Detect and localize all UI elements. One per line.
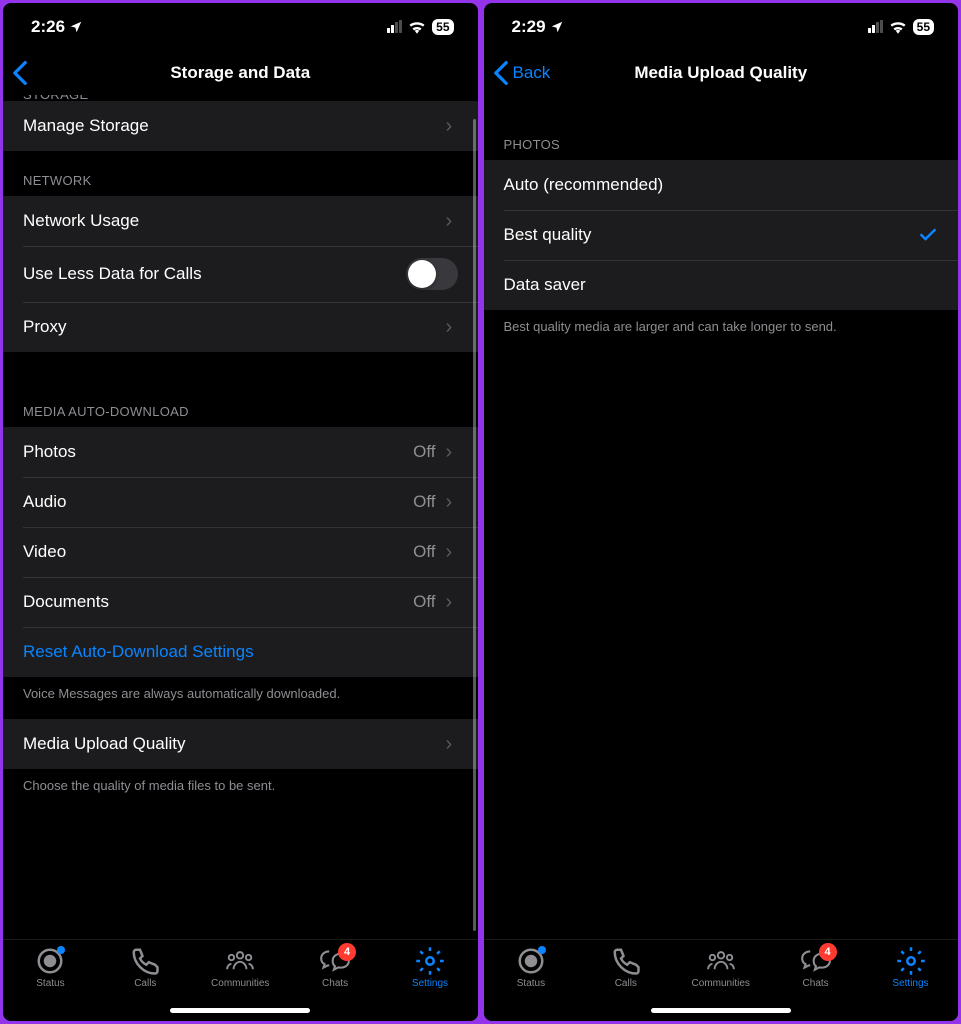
phone-right: 2:29 55 Back Media Upload Quality PHOTOS… (484, 3, 959, 1021)
chevron-right-icon: › (446, 115, 458, 138)
page-title: Media Upload Quality (634, 63, 807, 83)
chevron-right-icon: › (446, 441, 458, 464)
gear-icon (896, 946, 926, 976)
wifi-icon (408, 20, 426, 34)
battery-icon: 55 (913, 19, 934, 35)
section-header-network: NETWORK (3, 151, 478, 196)
status-time: 2:26 (31, 17, 65, 37)
chevron-right-icon: › (446, 541, 458, 564)
chats-badge: 4 (338, 943, 356, 961)
tab-status[interactable]: Status (14, 946, 86, 1021)
reset-auto-download-row[interactable]: Reset Auto-Download Settings (3, 627, 478, 677)
upload-footer: Choose the quality of media files to be … (3, 769, 478, 811)
phone-left: 2:26 55 Storage and Data STORAGE Manage … (3, 3, 478, 1021)
video-row[interactable]: Video Off› (3, 527, 478, 577)
chats-badge: 4 (819, 943, 837, 961)
audio-row[interactable]: Audio Off› (3, 477, 478, 527)
documents-row[interactable]: Documents Off› (3, 577, 478, 627)
communities-icon (225, 950, 255, 971)
chevron-right-icon: › (446, 491, 458, 514)
location-icon (69, 20, 83, 34)
location-icon (550, 20, 564, 34)
media-footer: Voice Messages are always automatically … (3, 677, 478, 719)
communities-icon (706, 950, 736, 971)
less-data-row: Use Less Data for Calls (3, 246, 478, 302)
content-area: PHOTOS Auto (recommended) Best quality D… (484, 95, 959, 939)
media-upload-quality-row[interactable]: Media Upload Quality › (3, 719, 478, 769)
chevron-right-icon: › (446, 316, 458, 339)
phone-icon (130, 946, 160, 976)
chevron-right-icon: › (446, 591, 458, 614)
phone-icon (611, 946, 641, 976)
scrollbar[interactable] (473, 119, 476, 931)
home-indicator[interactable] (651, 1008, 791, 1013)
status-bar: 2:26 55 (3, 3, 478, 51)
proxy-row[interactable]: Proxy › (3, 302, 478, 352)
best-quality-option[interactable]: Best quality (484, 210, 959, 260)
gear-icon (415, 946, 445, 976)
status-bar: 2:29 55 (484, 3, 959, 51)
section-header-photos: PHOTOS (484, 95, 959, 160)
back-button[interactable]: Back (492, 60, 551, 86)
data-saver-option[interactable]: Data saver (484, 260, 959, 310)
photos-row[interactable]: Photos Off› (3, 427, 478, 477)
home-indicator[interactable] (170, 1008, 310, 1013)
less-data-toggle[interactable] (406, 258, 458, 290)
nav-header: Storage and Data (3, 51, 478, 95)
chevron-right-icon: › (446, 733, 458, 756)
checkmark-icon (918, 225, 938, 245)
signal-icon (868, 21, 883, 33)
manage-storage-row[interactable]: Manage Storage › (3, 101, 478, 151)
status-time: 2:29 (512, 17, 546, 37)
chevron-right-icon: › (446, 210, 458, 233)
tab-settings[interactable]: Settings (394, 946, 466, 1021)
signal-icon (387, 21, 402, 33)
back-button[interactable] (11, 60, 29, 86)
network-usage-row[interactable]: Network Usage › (3, 196, 478, 246)
nav-header: Back Media Upload Quality (484, 51, 959, 95)
tab-settings[interactable]: Settings (875, 946, 947, 1021)
auto-option[interactable]: Auto (recommended) (484, 160, 959, 210)
wifi-icon (889, 20, 907, 34)
section-header-media: MEDIA AUTO-DOWNLOAD (3, 382, 478, 427)
page-title: Storage and Data (170, 63, 310, 83)
status-dot-icon (538, 946, 546, 954)
battery-icon: 55 (432, 19, 453, 35)
photos-footer: Best quality media are larger and can ta… (484, 310, 959, 352)
content-area: STORAGE Manage Storage › NETWORK Network… (3, 95, 478, 939)
tab-status[interactable]: Status (495, 946, 567, 1021)
